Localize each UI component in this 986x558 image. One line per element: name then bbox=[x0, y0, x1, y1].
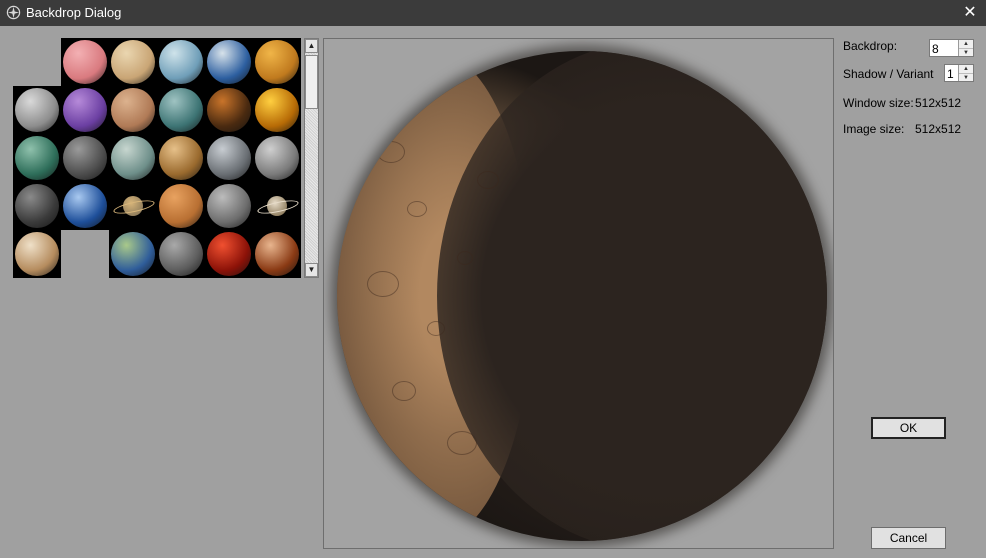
backdrop-thumbnail[interactable] bbox=[157, 134, 205, 182]
planet-icon bbox=[159, 136, 203, 180]
image-size-label: Image size: bbox=[843, 122, 905, 136]
backdrop-thumbnail[interactable] bbox=[157, 182, 205, 230]
backdrop-thumbnail-grid bbox=[13, 38, 301, 278]
backdrop-thumbnail[interactable] bbox=[157, 86, 205, 134]
planet-icon bbox=[255, 136, 299, 180]
title-bar: Backdrop Dialog ✕ bbox=[0, 0, 986, 26]
planet-icon bbox=[207, 232, 251, 276]
backdrop-thumbnail[interactable] bbox=[109, 230, 157, 278]
backdrop-thumbnail[interactable] bbox=[205, 182, 253, 230]
backdrop-thumbnail[interactable] bbox=[157, 38, 205, 86]
planet-icon bbox=[63, 184, 107, 228]
planet-icon bbox=[159, 184, 203, 228]
backdrop-thumbnail[interactable] bbox=[253, 182, 301, 230]
planet-icon bbox=[63, 136, 107, 180]
backdrop-thumbnail[interactable] bbox=[61, 38, 109, 86]
backdrop-thumbnail[interactable] bbox=[13, 134, 61, 182]
backdrop-thumbnail[interactable] bbox=[61, 182, 109, 230]
backdrop-thumbnail[interactable] bbox=[205, 134, 253, 182]
increment-icon[interactable]: ▲ bbox=[959, 40, 973, 48]
planet-icon bbox=[159, 88, 203, 132]
planet-icon bbox=[255, 40, 299, 84]
planet-icon bbox=[15, 232, 59, 276]
planet-icon bbox=[15, 88, 59, 132]
backdrop-thumbnail[interactable] bbox=[109, 134, 157, 182]
increment-icon[interactable]: ▲ bbox=[959, 65, 973, 73]
backdrop-preview bbox=[323, 38, 834, 549]
planet-icon bbox=[111, 136, 155, 180]
window-size-value: 512x512 bbox=[915, 96, 962, 110]
planet-icon bbox=[255, 232, 299, 276]
backdrop-thumbnail[interactable] bbox=[109, 182, 157, 230]
image-size-value: 512x512 bbox=[915, 122, 962, 136]
planet-icon bbox=[159, 232, 203, 276]
planet-icon bbox=[63, 88, 107, 132]
backdrop-value[interactable]: 8 bbox=[932, 42, 939, 56]
preview-planet-image bbox=[337, 51, 827, 541]
backdrop-thumbnail[interactable] bbox=[61, 86, 109, 134]
planet-icon bbox=[111, 232, 155, 276]
shadow-variant-label: Shadow / Variant bbox=[843, 67, 934, 81]
app-logo-icon bbox=[6, 5, 21, 20]
backdrop-thumbnail[interactable] bbox=[157, 230, 205, 278]
planet-icon bbox=[15, 136, 59, 180]
cancel-button[interactable]: Cancel bbox=[871, 527, 946, 549]
planet-icon bbox=[207, 184, 251, 228]
backdrop-thumbnail[interactable] bbox=[13, 230, 61, 278]
backdrop-thumbnail[interactable] bbox=[253, 86, 301, 134]
backdrop-label: Backdrop: bbox=[843, 39, 898, 53]
backdrop-thumbnail[interactable] bbox=[253, 38, 301, 86]
backdrop-thumbnail[interactable] bbox=[109, 86, 157, 134]
planet-icon bbox=[111, 40, 155, 84]
thumbnail-scrollbar[interactable]: ▲ ▼ bbox=[304, 38, 319, 278]
decrement-icon[interactable]: ▼ bbox=[959, 73, 973, 82]
close-icon[interactable]: ✕ bbox=[954, 0, 986, 26]
scroll-up-icon[interactable]: ▲ bbox=[305, 39, 318, 53]
scroll-down-icon[interactable]: ▼ bbox=[305, 263, 318, 277]
planet-icon bbox=[15, 184, 59, 228]
planet-icon bbox=[207, 40, 251, 84]
planet-icon bbox=[159, 40, 203, 84]
backdrop-thumbnail[interactable] bbox=[205, 38, 253, 86]
planet-icon bbox=[111, 88, 155, 132]
backdrop-thumbnail[interactable] bbox=[61, 134, 109, 182]
backdrop-thumbnail[interactable] bbox=[109, 38, 157, 86]
planet-icon bbox=[255, 88, 299, 132]
window-title: Backdrop Dialog bbox=[26, 5, 122, 20]
backdrop-thumbnail[interactable] bbox=[13, 86, 61, 134]
planet-icon bbox=[63, 40, 107, 84]
backdrop-thumbnail[interactable] bbox=[13, 182, 61, 230]
backdrop-thumbnail[interactable] bbox=[253, 134, 301, 182]
shadow-variant-spinner[interactable]: 1 ▲ ▼ bbox=[944, 64, 974, 82]
scroll-thumb[interactable] bbox=[305, 55, 318, 109]
shadow-variant-value[interactable]: 1 bbox=[947, 67, 954, 81]
planet-icon bbox=[207, 136, 251, 180]
ok-button[interactable]: OK bbox=[871, 417, 946, 439]
backdrop-spinner[interactable]: 8 ▲ ▼ bbox=[929, 39, 974, 57]
decrement-icon[interactable]: ▼ bbox=[959, 48, 973, 57]
backdrop-thumbnail[interactable] bbox=[205, 230, 253, 278]
backdrop-thumbnail[interactable] bbox=[253, 230, 301, 278]
window-size-label: Window size: bbox=[843, 96, 914, 110]
planet-icon bbox=[207, 88, 251, 132]
backdrop-thumbnail[interactable] bbox=[205, 86, 253, 134]
